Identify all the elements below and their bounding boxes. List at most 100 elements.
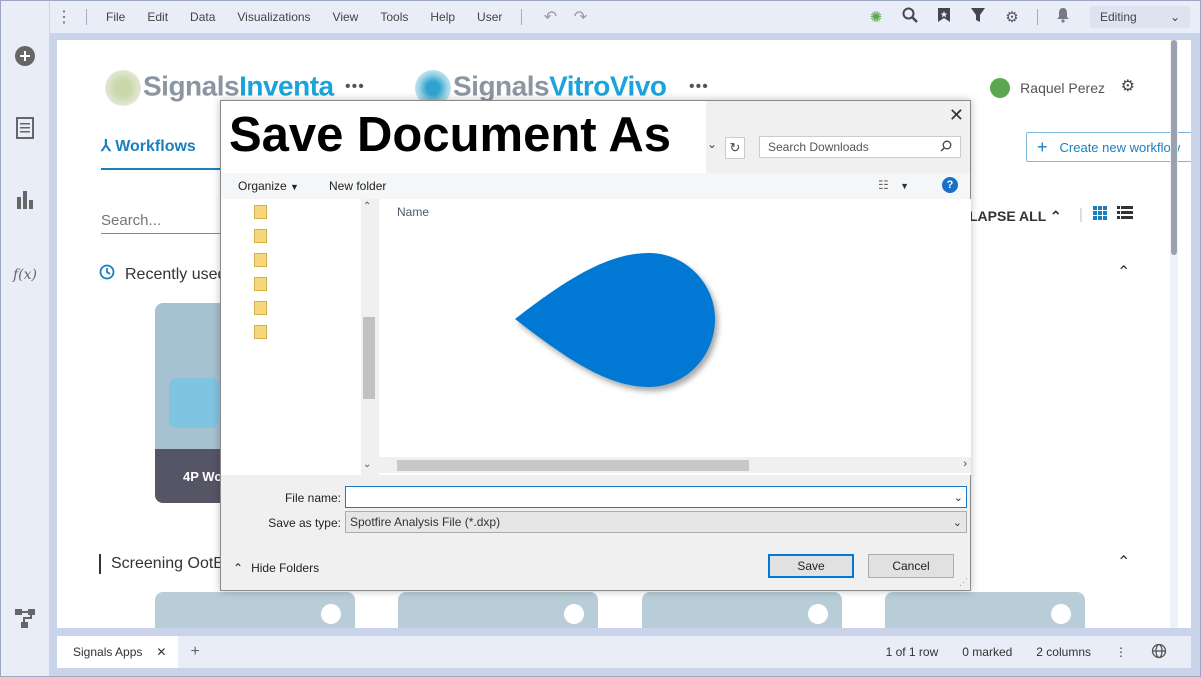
create-workflow-label: Create new workflow [1059,139,1181,155]
scroll-up-icon[interactable]: ⌃ [363,201,371,212]
list-view-icon[interactable] [1116,206,1133,224]
folder-icon[interactable] [254,253,267,267]
signals-gear-icon[interactable]: ✺ [859,8,893,26]
workflow-card[interactable] [155,592,355,628]
file-list: Name › [379,199,971,475]
tab-workflows[interactable]: ⅄ Workflows [101,136,196,156]
plus-icon: + [1037,136,1048,157]
screening-section[interactable]: Screening OotB [99,554,224,574]
menu-data[interactable]: Data [179,10,226,24]
recently-used-section[interactable]: Recently used [99,264,226,285]
page-tab[interactable]: Signals Apps ✕ [57,636,179,668]
menu-edit[interactable]: Edit [136,10,179,24]
scrollbar-thumb[interactable] [1171,40,1177,255]
scrollbar-thumb[interactable] [397,460,749,471]
save-type-value: Spotfire Analysis File (*.dxp) [350,515,501,529]
organize-menu[interactable]: Organize ▼ [238,179,299,193]
user-info[interactable]: Raquel Perez [990,78,1105,98]
chevron-up-icon[interactable]: ⌃ [1117,552,1130,572]
save-type-label: Save as type: [268,516,341,530]
resize-grip-icon[interactable]: ⋰ [959,577,968,588]
tab-underline [101,168,221,170]
menu-file[interactable]: File [95,10,136,24]
bar-chart-icon[interactable] [13,189,37,213]
mode-select-value: Editing [1100,10,1137,24]
card-image [169,378,219,428]
scroll-right-icon[interactable]: › [963,458,967,470]
more-horizontal-icon[interactable]: ••• [689,78,709,96]
menu-help[interactable]: Help [419,10,466,24]
dialog-toolbar: Organize ▼ New folder ☷ ▼ ? [221,173,970,199]
user-settings-icon[interactable]: ⚙ [1121,76,1135,96]
user-name: Raquel Perez [1020,80,1105,96]
page-tab-label: Signals Apps [73,645,143,659]
filter-icon[interactable] [961,7,995,27]
add-tab-icon[interactable]: + [190,643,199,661]
more-horizontal-icon[interactable]: ••• [345,78,365,96]
menu-user[interactable]: User [466,10,513,24]
kebab-menu-icon[interactable]: ⋮ [50,7,78,27]
collapse-all-label: LAPSE ALL [969,208,1047,224]
chevron-down-icon[interactable]: ⌄ [707,137,723,151]
logo-part: Signals [453,70,550,102]
logo-part: Inventa [239,70,334,102]
view-options-icon[interactable]: ☷ ▼ [878,178,909,192]
search-downloads-input[interactable]: Search Downloads [759,136,961,158]
section-marker [99,554,101,574]
add-circle-icon[interactable] [13,45,37,69]
screening-title: Screening OotB [111,555,224,572]
tab-workflows-label: Workflows [115,138,196,155]
status-info: 1 of 1 row 0 marked 2 columns ⋮ [886,643,1167,662]
save-button[interactable]: Save [768,554,854,578]
globe-icon[interactable] [1151,643,1167,662]
folder-icon[interactable] [254,325,267,339]
menu-tools[interactable]: Tools [369,10,419,24]
menubar-divider [1037,9,1038,25]
data-table-icon[interactable] [13,117,37,141]
workflow-tree-icon[interactable] [13,607,37,631]
chevron-up-icon[interactable]: ⌃ [1117,262,1130,282]
kebab-menu-icon[interactable]: ⋮ [1115,645,1127,659]
horizontal-scrollbar[interactable]: › [379,457,971,473]
workflow-card[interactable] [398,592,598,628]
grid-view-icon[interactable] [1092,206,1107,224]
hide-folders-toggle[interactable]: ⌃ Hide Folders [233,561,319,575]
logo-part: VitroVivo [549,70,667,102]
notification-bell-icon[interactable] [1046,7,1080,27]
file-name-field[interactable]: ⌄ [345,486,967,508]
folder-icon[interactable] [254,277,267,291]
cancel-button[interactable]: Cancel [868,554,954,578]
folder-tree [221,199,361,475]
folder-icon[interactable] [254,229,267,243]
menu-view[interactable]: View [322,10,370,24]
help-icon[interactable]: ? [942,177,958,193]
scrollbar-thumb[interactable] [363,317,375,399]
save-as-dialog: ✕ Save Document As ⌄ ↻ Search Downloads … [220,100,971,591]
search-input[interactable] [101,208,221,234]
redo-icon[interactable]: ↷ [560,7,600,27]
dna-logo-icon [105,70,141,106]
menu-visualizations[interactable]: Visualizations [226,10,321,24]
page-tabbar: Signals Apps ✕ + 1 of 1 row 0 marked 2 c… [57,636,1191,668]
refresh-icon[interactable]: ↻ [725,137,745,159]
collapse-all-button[interactable]: LAPSE ALL ⌃ [969,208,1062,225]
save-type-select[interactable]: Spotfire Analysis File (*.dxp) ⌄ [345,511,967,533]
scroll-down-icon[interactable]: ⌄ [363,459,371,470]
mode-select[interactable]: Editing ⌄ [1090,6,1190,28]
close-icon[interactable]: ✕ [949,105,964,126]
folder-icon[interactable] [254,301,267,315]
folder-scrollbar[interactable]: ⌃ ⌄ [361,199,377,475]
name-column-header[interactable]: Name [397,205,429,219]
bookmark-icon[interactable] [927,7,961,27]
create-workflow-button[interactable]: + Create new workflow [1026,132,1191,162]
new-folder-button[interactable]: New folder [329,179,386,193]
workflow-card[interactable] [885,592,1085,628]
settings-gear-icon[interactable]: ⚙ [995,8,1029,26]
function-icon[interactable]: f(x) [13,263,37,287]
search-icon[interactable] [893,7,927,27]
close-icon[interactable]: ✕ [156,645,166,659]
chevron-down-icon[interactable]: ⌄ [954,491,963,504]
folder-icon[interactable] [254,205,267,219]
main-scrollbar[interactable] [1170,40,1178,628]
workflow-card[interactable] [642,592,842,628]
